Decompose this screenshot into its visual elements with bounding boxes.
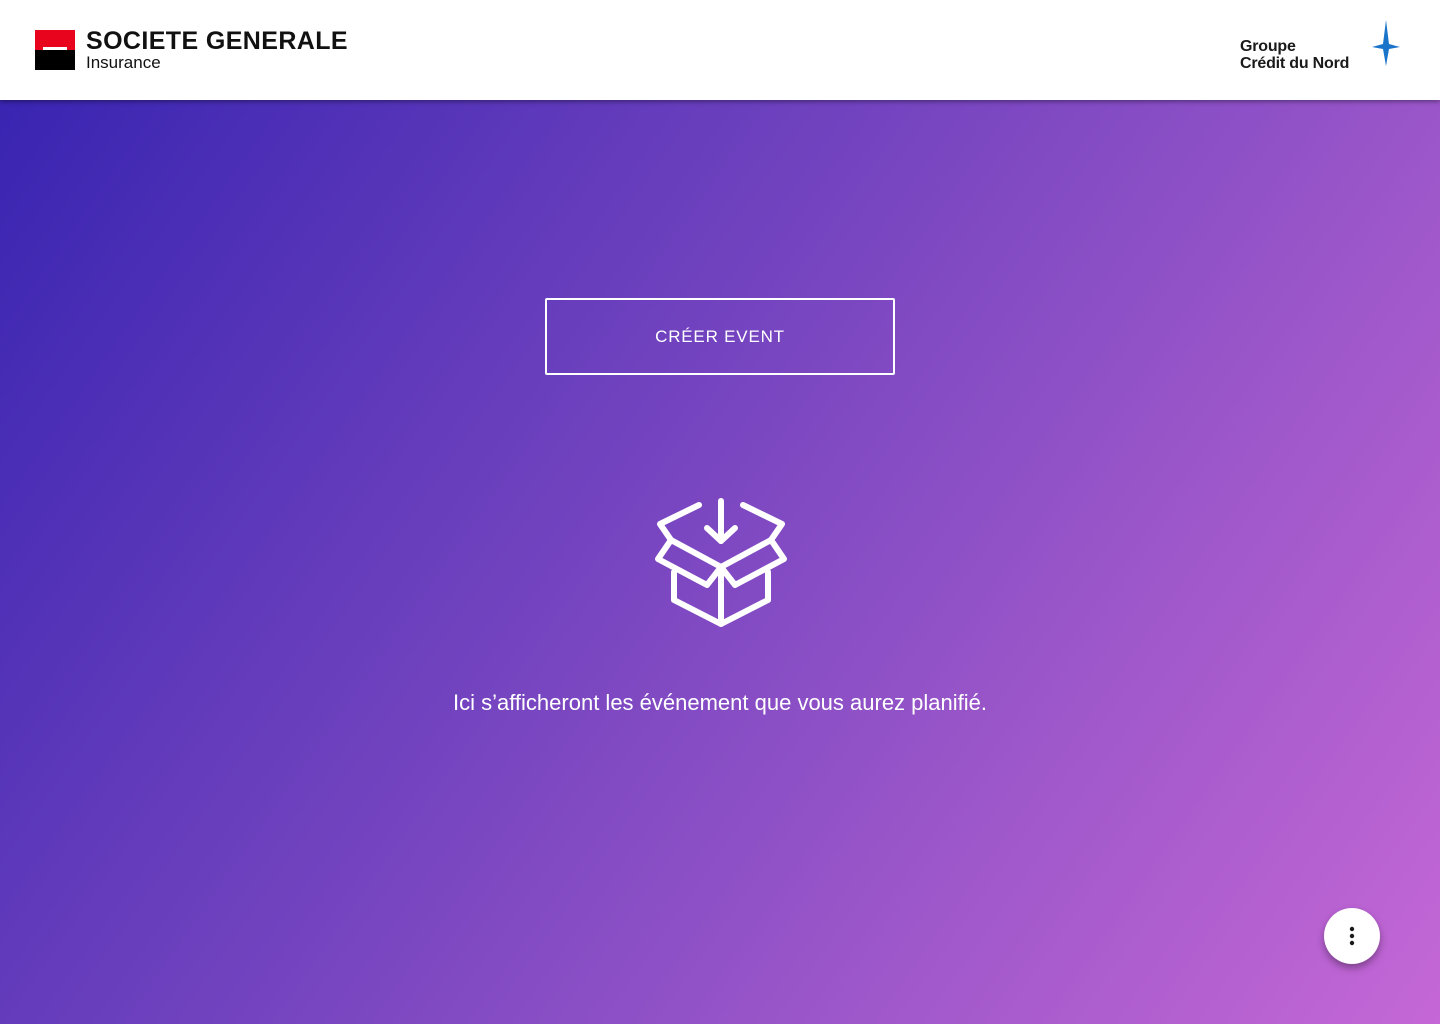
brand-subtitle: Insurance [86,53,161,72]
credit-du-nord-logo: Groupe Crédit du Nord [1240,20,1410,75]
app-root: SOCIETE GENERALE Insurance Groupe Crédit… [0,0,1440,1024]
more-options-fab[interactable] [1324,908,1380,964]
empty-state-message: Ici s’afficheront les événement que vous… [452,690,987,715]
top-header: SOCIETE GENERALE Insurance Groupe Crédit… [0,0,1440,100]
brand-name: SOCIETE GENERALE [86,27,348,55]
create-event-button[interactable]: CRÉER EVENT [545,298,895,375]
partner-line-2: Crédit du Nord [1240,55,1350,72]
star-icon [1372,20,1400,66]
societe-generale-logo-mark [35,30,75,70]
partner-line-1: Groupe [1240,38,1296,55]
more-vertical-icon [1349,926,1355,946]
box-download-icon [655,498,787,627]
